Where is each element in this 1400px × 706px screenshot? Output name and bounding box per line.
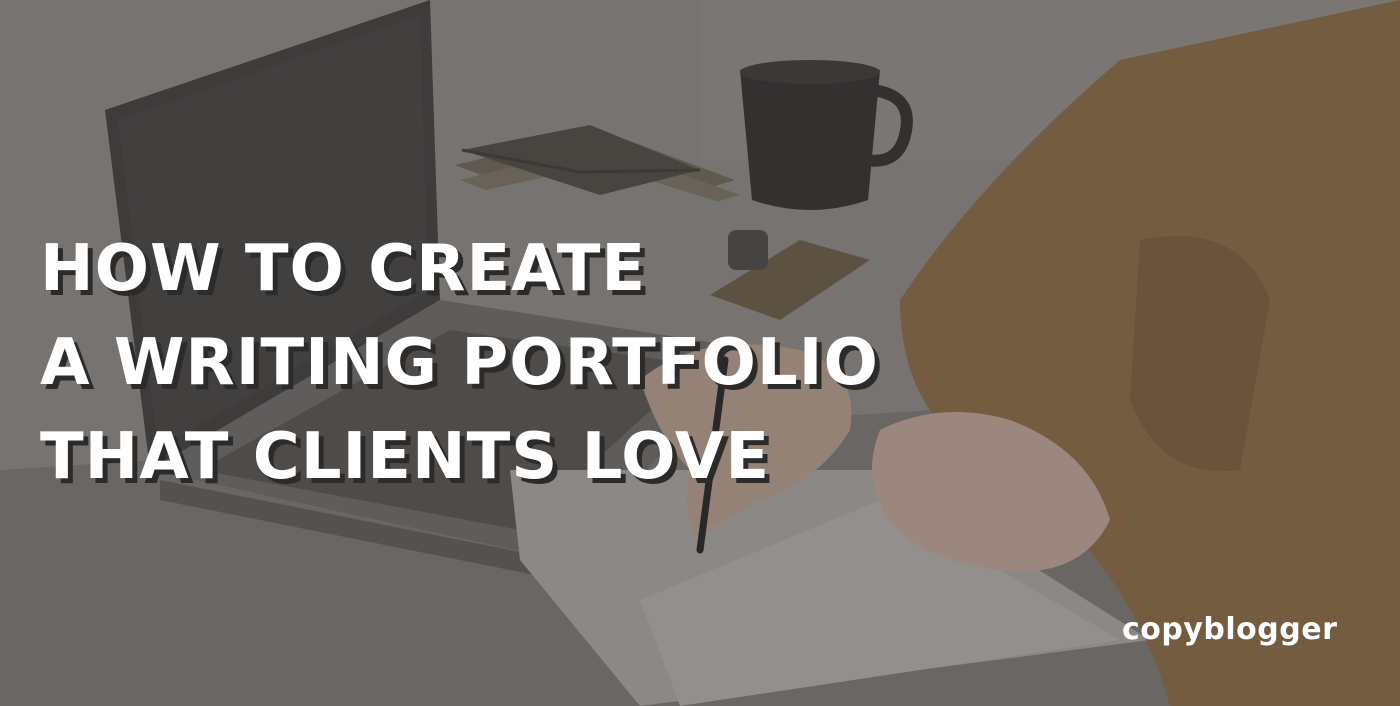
headline-line-1: HOW TO CREATE	[40, 232, 647, 306]
brand-logo: copyblogger	[1122, 612, 1338, 647]
headline: HOW TO CREATE A WRITING PORTFOLIO THAT C…	[40, 222, 879, 504]
headline-line-3: THAT CLIENTS LOVE	[40, 420, 771, 494]
hero-banner: HOW TO CREATE A WRITING PORTFOLIO THAT C…	[0, 0, 1400, 706]
headline-line-2: A WRITING PORTFOLIO	[40, 326, 879, 400]
